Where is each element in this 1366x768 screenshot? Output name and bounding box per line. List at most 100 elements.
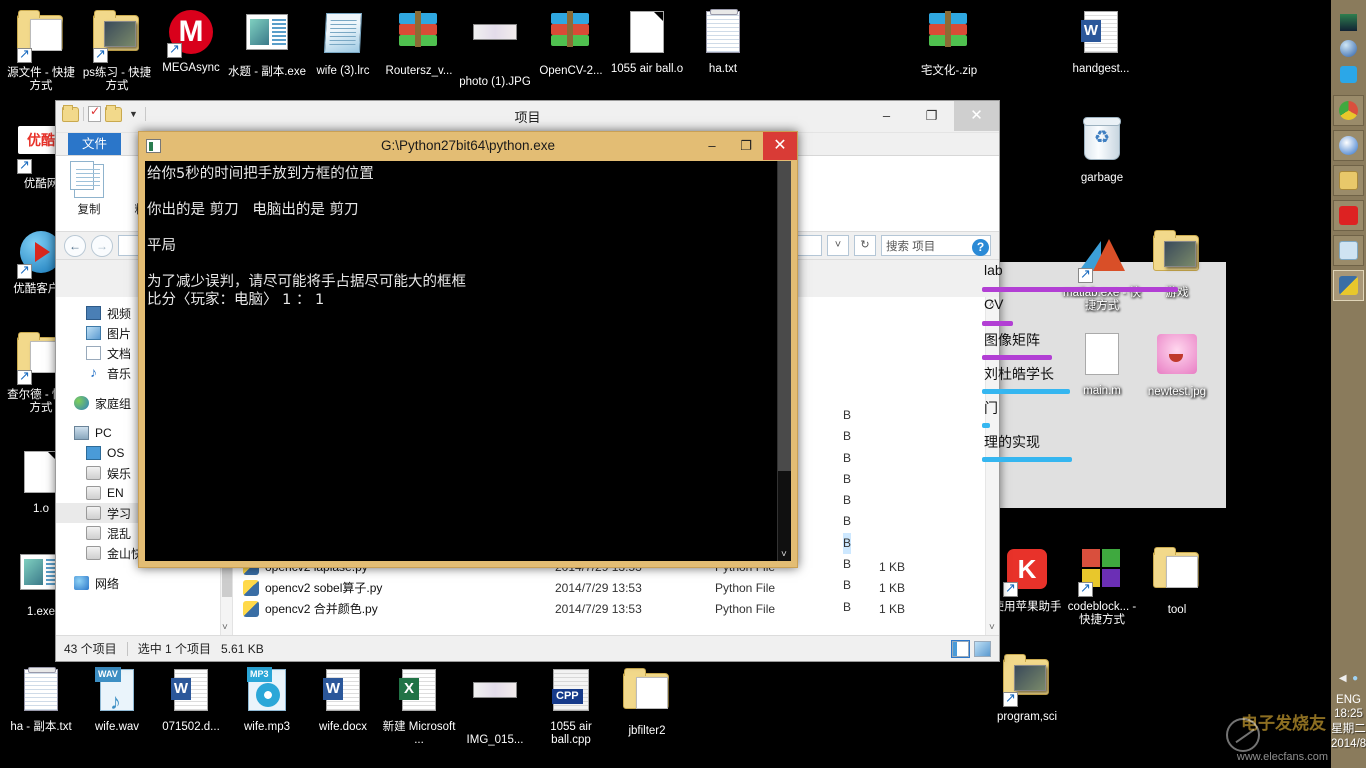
- console-line: [147, 219, 775, 237]
- console-window[interactable]: G:\Python27bit64\python.exe – ❐ ✕ 给你5秒的时…: [138, 131, 798, 568]
- note-highlight-bar: [982, 355, 1052, 360]
- taskbar-apps[interactable]: [1331, 95, 1366, 301]
- explorer-window-buttons[interactable]: – ❐ ✕: [864, 101, 999, 131]
- desktop-icon-label: newtest.jpg: [1138, 386, 1216, 399]
- close-button[interactable]: ✕: [763, 132, 797, 160]
- console-line: [147, 183, 775, 201]
- tab-file[interactable]: 文件: [68, 130, 121, 155]
- desktop-icon[interactable]: Routersz_v...: [380, 8, 458, 78]
- desktop-icon-label: 新建 Microsoft ...: [380, 721, 458, 747]
- nav-item-label: 家庭组: [95, 395, 131, 412]
- desktop-icon[interactable]: photo (1).JPG: [456, 8, 534, 89]
- console-line: 你出的是 剪刀 电脑出的是 剪刀: [147, 201, 775, 219]
- desktop-icon-label: Routersz_v...: [380, 65, 458, 78]
- mp3-audio-icon: [243, 669, 291, 717]
- documents-icon: [86, 346, 101, 360]
- desktop-icon[interactable]: 宅文化-.zip: [910, 8, 988, 78]
- globe-tray-icon[interactable]: [1340, 40, 1357, 57]
- desktop-icon-label: photo (1).JPG: [456, 76, 534, 89]
- minimize-button[interactable]: –: [695, 132, 729, 160]
- console-output-area[interactable]: 给你5秒的时间把手放到方框的位置 你出的是 剪刀 电脑出的是 剪刀 平局 为了减…: [145, 161, 791, 561]
- desktop-icon[interactable]: ha.txt: [684, 8, 762, 76]
- large-icons-view-icon[interactable]: [974, 641, 991, 657]
- file-size: B: [843, 426, 851, 447]
- desktop-icon[interactable]: wife.mp3: [228, 666, 306, 734]
- file-explorer-icon[interactable]: [1333, 165, 1364, 196]
- chevron-down-icon[interactable]: ˅: [781, 549, 787, 560]
- explorer-titlebar[interactable]: ▼ 项目 – ❐ ✕: [56, 101, 999, 133]
- network-tray-icon[interactable]: [1340, 14, 1357, 31]
- winrar-archive-icon: [395, 13, 443, 61]
- desktop-icon[interactable]: 071502.d...: [152, 666, 230, 734]
- help-button[interactable]: ?: [972, 239, 989, 256]
- desktop-icon[interactable]: wife.docx: [304, 666, 382, 734]
- desktop-icon[interactable]: OpenCV-2...: [532, 8, 610, 78]
- chevron-down-icon[interactable]: ˅: [222, 622, 228, 633]
- adobe-reader-icon[interactable]: [1333, 200, 1364, 231]
- back-arrow-icon[interactable]: ←: [64, 235, 86, 257]
- desktop-icon[interactable]: jbfilter2: [608, 666, 686, 738]
- minimize-button[interactable]: –: [864, 101, 909, 131]
- close-button[interactable]: ✕: [954, 101, 999, 131]
- details-view-icon[interactable]: [952, 641, 969, 657]
- desktop-icon[interactable]: IMG_015...: [456, 666, 534, 747]
- note-highlight-bar: [982, 389, 1070, 394]
- chrome-icon[interactable]: [1333, 95, 1364, 126]
- desktop-icon[interactable]: wife.wav: [78, 666, 156, 734]
- desktop-icon[interactable]: 1055 air ball.cpp: [532, 666, 610, 747]
- desktop-icon-label: 071502.d...: [152, 721, 230, 734]
- homegroup-icon: [74, 396, 89, 410]
- clock-date: 2014/8/5: [1331, 737, 1366, 752]
- nav-item-label: 混乱: [107, 525, 131, 542]
- desktop-icon[interactable]: MMEGAsync: [152, 8, 230, 75]
- desktop-icon[interactable]: matlab.exe - 快捷方式: [1063, 228, 1141, 313]
- clock-time: 18:25: [1331, 707, 1366, 722]
- chevron-down-icon[interactable]: ˅: [989, 622, 995, 633]
- chevron-down-icon[interactable]: ˅: [827, 235, 849, 256]
- table-row[interactable]: opencv2 sobel算子.py2014/7/29 13:53Python …: [233, 577, 999, 598]
- notepad-icon[interactable]: [1333, 235, 1364, 266]
- desktop-icon[interactable]: 源文件 - 快捷方式: [2, 8, 80, 93]
- scrollbar-thumb[interactable]: [778, 161, 791, 471]
- console-window-buttons[interactable]: – ❐ ✕: [695, 132, 797, 160]
- desktop-icon[interactable]: tool: [1138, 545, 1216, 617]
- desktop-icon[interactable]: ha - 副本.txt: [2, 666, 80, 734]
- show-desktop-button[interactable]: ◀ ●: [1331, 673, 1366, 684]
- taskbar[interactable]: ◀ ● ENG 18:25 星期二 2014/8/5: [1331, 0, 1366, 768]
- python-icon[interactable]: [1333, 270, 1364, 301]
- table-row[interactable]: opencv2 合并颜色.py2014/7/29 13:53Python Fil…: [233, 598, 999, 619]
- pictures-icon: [86, 326, 101, 340]
- system-tray[interactable]: [1331, 0, 1366, 83]
- view-mode-buttons[interactable]: [952, 641, 991, 657]
- desktop-icon[interactable]: handgest...: [1062, 8, 1140, 76]
- clock[interactable]: 18:25 星期二 2014/8/5: [1331, 707, 1366, 752]
- desktop-icon[interactable]: 新建 Microsoft ...: [380, 666, 458, 747]
- desktop-icon[interactable]: ps练习 - 快捷方式: [78, 8, 156, 93]
- browser-360-icon[interactable]: [1333, 130, 1364, 161]
- shortcut-arrow-icon: [17, 48, 32, 63]
- forward-arrow-icon[interactable]: →: [91, 235, 113, 257]
- desktop-icon-label: codeblock... - 快捷方式: [1063, 601, 1141, 627]
- desktop-icon[interactable]: main.m: [1063, 330, 1141, 398]
- file-size: B: [843, 469, 851, 490]
- refresh-icon[interactable]: ↻: [854, 235, 876, 256]
- console-titlebar[interactable]: G:\Python27bit64\python.exe – ❐ ✕: [139, 132, 797, 161]
- shortcut-arrow-icon: [1003, 692, 1018, 707]
- desktop-icon[interactable]: 水题 - 副本.exe: [228, 8, 306, 79]
- language-indicator[interactable]: ENG: [1331, 694, 1366, 706]
- maximize-button[interactable]: ❐: [729, 132, 763, 160]
- clock-weekday: 星期二: [1331, 722, 1366, 737]
- maximize-button[interactable]: ❐: [909, 101, 954, 131]
- console-scrollbar[interactable]: ˄ ˅: [777, 161, 791, 561]
- folder-shortcut-icon: [17, 15, 65, 63]
- desktop-icon[interactable]: newtest.jpg: [1138, 330, 1216, 399]
- desktop-icon[interactable]: codeblock... - 快捷方式: [1063, 545, 1141, 627]
- contacts-tray-icon[interactable]: [1340, 66, 1357, 83]
- desktop-icon[interactable]: 1055 air ball.o: [608, 8, 686, 76]
- desktop-icon[interactable]: wife (3).lrc: [304, 8, 382, 78]
- desktop-icon[interactable]: program,sci: [988, 652, 1066, 724]
- desktop-icon[interactable]: garbage: [1063, 116, 1141, 185]
- copy-button[interactable]: 复制: [62, 164, 116, 217]
- nav-item-网络[interactable]: 网络: [56, 573, 220, 593]
- selection-info: 选中 1 个项目: [138, 640, 211, 657]
